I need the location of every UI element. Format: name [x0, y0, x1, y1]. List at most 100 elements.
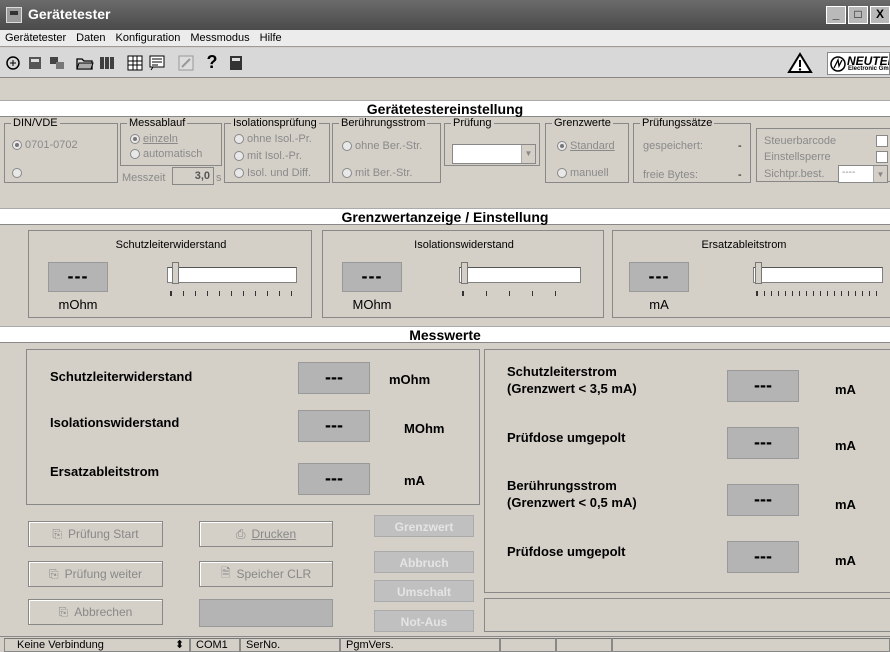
messzeit-label: Messzeit [122, 172, 166, 184]
measure-unit: mA [404, 473, 425, 488]
sichtpr-label: Sichtpr.best. [764, 168, 825, 180]
measure-display: --- [298, 410, 370, 442]
group-legend: Prüfung [453, 117, 492, 129]
section-header-einstellung: Gerätetestereinstellung [0, 100, 890, 117]
barcode-icon[interactable] [97, 53, 117, 72]
device-icon[interactable] [25, 53, 45, 72]
menu-daten[interactable]: Daten [71, 30, 110, 44]
limit-panel-schutzleiter: Schutzleiterwiderstand --- mOhm [28, 230, 312, 318]
port-status: COM1 [190, 638, 240, 652]
minimize-button[interactable]: _ [826, 6, 846, 24]
neutek-logo: NEUTEK Electronic Gm [827, 52, 890, 75]
pruefung-start-button[interactable]: ⎘ Prüfung Start [28, 521, 163, 547]
einstellsperre-checkbox[interactable] [876, 151, 888, 163]
close-button[interactable]: X [870, 6, 890, 24]
steuerbarcode-label: Steuerbarcode [764, 135, 837, 147]
radio-einzeln[interactable]: einzeln [130, 133, 178, 145]
freie-bytes-label: freie Bytes: [643, 169, 699, 181]
slider-handle[interactable] [755, 262, 762, 284]
transfer-icon[interactable] [47, 53, 67, 72]
connection-status: Keine Verbindung ⬍ [4, 638, 190, 652]
chevron-down-icon[interactable]: ▼ [873, 166, 887, 182]
abbrechen-button[interactable]: ⎘ Abbrechen [28, 599, 163, 625]
warning-icon [786, 51, 814, 73]
group-legend: Prüfungssätze [642, 117, 713, 129]
pruefung-select[interactable]: ▼ [452, 144, 536, 164]
progress-field [199, 599, 333, 627]
limit-slider[interactable] [167, 267, 297, 283]
limit-slider[interactable] [459, 267, 581, 283]
radio-mit-isol[interactable]: mit Isol.-Pr. [234, 150, 302, 162]
status-bar: Keine Verbindung ⬍ COM1 SerNo. PgmVers. [0, 636, 890, 652]
measure-label: Prüfdose umgepolt [507, 544, 626, 559]
window-title: Gerätetester [28, 6, 111, 22]
limit-display: --- [629, 262, 689, 292]
status-field-6 [556, 638, 612, 652]
radio-ohne-ber[interactable]: ohne Ber.-Str. [342, 140, 422, 152]
measure-label: Schutzleiterstrom [507, 364, 617, 379]
toolbar: ? NEUTEK Electronic Gm [0, 48, 890, 78]
drucken-button[interactable]: ⎙ Drucken [199, 521, 333, 547]
measure-display: --- [298, 463, 370, 495]
message-box [484, 598, 890, 632]
spinner-icon[interactable]: ⬍ [175, 639, 184, 651]
steuerbarcode-checkbox[interactable] [876, 135, 888, 147]
limit-unit: mA [649, 297, 669, 312]
menu-konfiguration[interactable]: Konfiguration [111, 30, 186, 44]
radio-mit-ber[interactable]: mit Ber.-Str. [342, 167, 412, 179]
calculator-icon[interactable] [226, 53, 246, 72]
radio-isol-diff[interactable]: Isol. und Diff. [234, 167, 311, 179]
freie-bytes-value: - [738, 169, 742, 181]
radio-ohne-isol[interactable]: ohne Isol.-Pr. [234, 133, 312, 145]
gespeichert-value: - [738, 140, 742, 152]
gespeichert-label: gespeichert: [643, 140, 703, 152]
speicher-clr-button[interactable]: 🗎 Speicher CLR [199, 561, 333, 587]
radio-standard[interactable]: Standard [557, 140, 615, 152]
slider-handle[interactable] [172, 262, 179, 284]
sichtpr-select[interactable]: ---- ▼ [838, 165, 888, 183]
indicator-abbruch: Abbruch [374, 551, 474, 573]
limit-panel-isolation: Isolationswiderstand --- MOhm [322, 230, 604, 318]
slider-handle[interactable] [461, 262, 468, 284]
menu-geraetetester[interactable]: Gerätetester [0, 30, 71, 44]
measure-sublabel: (Grenzwert < 3,5 mA) [507, 381, 637, 396]
status-field-7 [612, 638, 890, 652]
radio-din-other[interactable] [12, 167, 25, 179]
slider-ticks [756, 291, 882, 296]
notes-icon[interactable] [147, 53, 167, 72]
next-icon: ⎘ [49, 566, 59, 581]
measure-right-panel: Schutzleiterstrom (Grenzwert < 3,5 mA) -… [484, 349, 890, 593]
limit-slider[interactable] [753, 267, 883, 283]
help-icon[interactable]: ? [202, 52, 222, 72]
logo-subtext: Electronic Gm [848, 66, 889, 72]
measure-sublabel: (Grenzwert < 0,5 mA) [507, 495, 637, 510]
edit-disabled-icon[interactable] [176, 53, 196, 72]
connect-icon[interactable] [3, 53, 23, 72]
pgmvers-status: PgmVers. [340, 638, 500, 652]
limit-title: Ersatzableitstrom [701, 239, 787, 251]
limit-title: Schutzleiterwiderstand [115, 239, 227, 251]
indicator-not-aus: Not-Aus [374, 610, 474, 632]
measure-display: --- [727, 484, 799, 516]
menu-hilfe[interactable]: Hilfe [255, 30, 287, 44]
measure-unit: mA [835, 382, 856, 397]
measure-unit: mA [835, 438, 856, 453]
limit-display: --- [342, 262, 402, 292]
radio-manuell[interactable]: manuell [557, 167, 609, 179]
measure-display: --- [727, 541, 799, 573]
limit-title: Isolationswiderstand [414, 239, 514, 251]
maximize-button[interactable]: □ [848, 6, 868, 24]
radio-din-0701[interactable]: 0701-0702 [12, 139, 78, 151]
measure-label: Schutzleiterwiderstand [50, 369, 193, 384]
group-legend: DIN/VDE [13, 117, 58, 129]
chevron-down-icon[interactable]: ▼ [521, 145, 535, 163]
messzeit-input[interactable]: 3,0 [172, 167, 214, 185]
open-folder-icon[interactable] [75, 53, 95, 72]
grid-icon[interactable] [125, 53, 145, 72]
menu-messmodus[interactable]: Messmodus [185, 30, 254, 44]
pruefung-weiter-button[interactable]: ⎘ Prüfung weiter [28, 561, 163, 587]
menu-bar: Gerätetester Daten Konfiguration Messmodus H… [0, 30, 890, 47]
status-field-5 [500, 638, 556, 652]
radio-automatisch[interactable]: automatisch [130, 148, 202, 160]
measure-label: Isolationswiderstand [50, 415, 180, 430]
